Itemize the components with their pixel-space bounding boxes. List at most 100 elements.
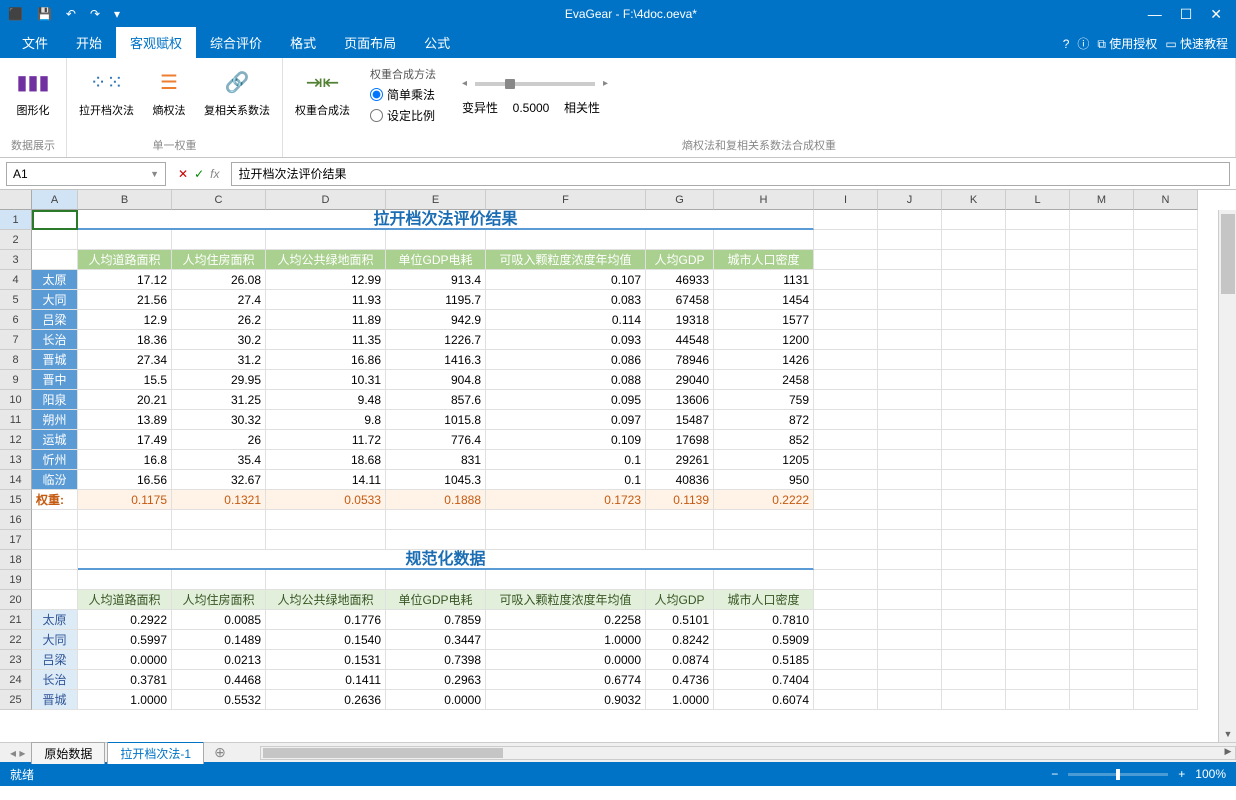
cell[interactable] xyxy=(1070,650,1134,670)
cell[interactable] xyxy=(1070,470,1134,490)
cell[interactable] xyxy=(878,230,942,250)
cell[interactable] xyxy=(646,530,714,550)
cell[interactable] xyxy=(878,530,942,550)
cell[interactable] xyxy=(814,250,878,270)
cell[interactable] xyxy=(942,590,1006,610)
cell[interactable] xyxy=(1006,690,1070,710)
cell[interactable] xyxy=(942,530,1006,550)
weight-label[interactable]: 权重: xyxy=(32,490,78,510)
data-cell[interactable]: 0.5185 xyxy=(714,650,814,670)
enter-formula-button[interactable]: ✓ xyxy=(194,167,204,181)
col-header-label[interactable]: 可吸入颗粒度浓度年均值 xyxy=(486,590,646,610)
cell[interactable] xyxy=(32,570,78,590)
cell[interactable] xyxy=(1134,310,1198,330)
data-cell[interactable]: 913.4 xyxy=(386,270,486,290)
cell[interactable] xyxy=(646,230,714,250)
data-cell[interactable]: 15.5 xyxy=(78,370,172,390)
cell[interactable] xyxy=(814,290,878,310)
cell[interactable] xyxy=(1134,330,1198,350)
vertical-scrollbar[interactable]: ▲ ▼ xyxy=(1218,210,1236,742)
scroll-down-icon[interactable]: ▼ xyxy=(1219,726,1236,742)
data-cell[interactable]: 0.5532 xyxy=(172,690,266,710)
cell[interactable] xyxy=(814,230,878,250)
menu-tab-2[interactable]: 客观赋权 xyxy=(116,27,196,58)
data-cell[interactable]: 857.6 xyxy=(386,390,486,410)
cell[interactable] xyxy=(814,670,878,690)
menu-tab-1[interactable]: 开始 xyxy=(62,27,116,58)
col-header-C[interactable]: C xyxy=(172,190,266,210)
info-icon[interactable]: ⓘ xyxy=(1077,35,1089,52)
cell[interactable] xyxy=(814,390,878,410)
name-box-dropdown-icon[interactable]: ▼ xyxy=(150,169,159,179)
data-cell[interactable]: 11.89 xyxy=(266,310,386,330)
cell[interactable] xyxy=(814,550,878,570)
col-header-D[interactable]: D xyxy=(266,190,386,210)
cell[interactable] xyxy=(1006,290,1070,310)
cell[interactable] xyxy=(942,430,1006,450)
cell[interactable] xyxy=(1006,370,1070,390)
data-cell[interactable]: 0.1411 xyxy=(266,670,386,690)
cell[interactable] xyxy=(486,570,646,590)
menu-tab-5[interactable]: 页面布局 xyxy=(330,27,410,58)
cell[interactable] xyxy=(1134,590,1198,610)
city-label[interactable]: 长治 xyxy=(32,330,78,350)
cell[interactable] xyxy=(1070,690,1134,710)
data-cell[interactable]: 0.1776 xyxy=(266,610,386,630)
cell[interactable] xyxy=(486,530,646,550)
data-cell[interactable]: 0.5997 xyxy=(78,630,172,650)
col-header-N[interactable]: N xyxy=(1134,190,1198,210)
cell[interactable] xyxy=(942,330,1006,350)
data-cell[interactable]: 0.1 xyxy=(486,450,646,470)
cell[interactable] xyxy=(942,230,1006,250)
data-cell[interactable]: 0.4736 xyxy=(646,670,714,690)
data-cell[interactable]: 27.4 xyxy=(172,290,266,310)
right-arrow-icon[interactable]: ▸ xyxy=(603,78,608,89)
data-cell[interactable]: 14.11 xyxy=(266,470,386,490)
cell[interactable] xyxy=(1006,450,1070,470)
undo-button[interactable]: ↶ xyxy=(62,5,80,23)
col-header-label[interactable]: 城市人口密度 xyxy=(714,250,814,270)
cell[interactable] xyxy=(1006,650,1070,670)
data-cell[interactable]: 0.086 xyxy=(486,350,646,370)
data-cell[interactable]: 27.34 xyxy=(78,350,172,370)
data-cell[interactable]: 0.9032 xyxy=(486,690,646,710)
cell[interactable] xyxy=(942,270,1006,290)
cell[interactable] xyxy=(1134,250,1198,270)
data-cell[interactable]: 1226.7 xyxy=(386,330,486,350)
col-header-G[interactable]: G xyxy=(646,190,714,210)
city-label[interactable]: 运城 xyxy=(32,430,78,450)
data-cell[interactable]: 29.95 xyxy=(172,370,266,390)
cell[interactable] xyxy=(266,530,386,550)
cell[interactable] xyxy=(1134,690,1198,710)
cell[interactable] xyxy=(266,230,386,250)
data-cell[interactable]: 30.32 xyxy=(172,410,266,430)
cell[interactable] xyxy=(172,530,266,550)
cell[interactable] xyxy=(1006,590,1070,610)
cell[interactable] xyxy=(814,370,878,390)
data-cell[interactable]: 0.4468 xyxy=(172,670,266,690)
row-header-13[interactable]: 13 xyxy=(0,450,32,470)
data-cell[interactable]: 2458 xyxy=(714,370,814,390)
cell[interactable] xyxy=(814,350,878,370)
cell[interactable] xyxy=(1006,670,1070,690)
col-header-label[interactable]: 可吸入颗粒度浓度年均值 xyxy=(486,250,646,270)
data-cell[interactable]: 32.67 xyxy=(172,470,266,490)
qat-more[interactable]: ▾ xyxy=(110,5,124,23)
data-cell[interactable]: 0.5909 xyxy=(714,630,814,650)
city-label[interactable]: 晋城 xyxy=(32,350,78,370)
data-cell[interactable]: 9.8 xyxy=(266,410,386,430)
data-cell[interactable]: 78946 xyxy=(646,350,714,370)
data-cell[interactable]: 26 xyxy=(172,430,266,450)
data-cell[interactable]: 1.0000 xyxy=(78,690,172,710)
section-title-1[interactable]: 拉开档次法评价结果 xyxy=(78,210,814,230)
hscroll-thumb[interactable] xyxy=(263,748,503,758)
data-cell[interactable]: 1015.8 xyxy=(386,410,486,430)
data-cell[interactable]: 67458 xyxy=(646,290,714,310)
data-cell[interactable]: 0.0874 xyxy=(646,650,714,670)
cancel-formula-button[interactable]: ✕ xyxy=(178,167,188,181)
data-cell[interactable]: 10.31 xyxy=(266,370,386,390)
auth-button[interactable]: ⧉ 使用授权 xyxy=(1097,35,1157,52)
data-cell[interactable]: 0.7859 xyxy=(386,610,486,630)
cell[interactable] xyxy=(386,510,486,530)
col-header-label[interactable]: 人均住房面积 xyxy=(172,250,266,270)
